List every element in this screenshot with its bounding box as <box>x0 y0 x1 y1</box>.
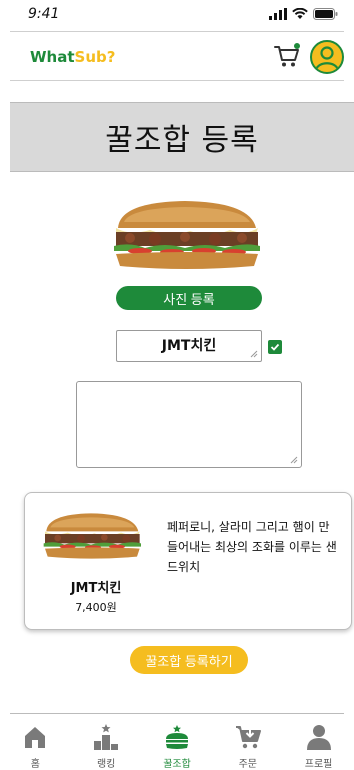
card-combo-name: JMT치킨 <box>70 581 122 596</box>
nav-label-profile: 프로필 <box>304 759 333 770</box>
app-header: WhatSub? <box>0 32 354 80</box>
wifi-icon <box>292 8 308 19</box>
nav-label-ranking: 랭킹 <box>96 759 116 770</box>
description-textarea[interactable] <box>76 381 302 468</box>
profile-icon <box>306 725 331 750</box>
page-title: 꿀조합 등록 <box>105 123 259 158</box>
status-icons <box>269 8 338 20</box>
whatsub-logo[interactable]: WhatSub? <box>30 48 115 66</box>
avatar[interactable] <box>310 40 344 74</box>
photo-upload-button[interactable]: 사진 등록 <box>116 286 262 310</box>
podium-icon <box>94 724 119 750</box>
battery-icon <box>313 8 338 20</box>
card-combo-description: 페퍼로니, 살라미 그리고 햄이 만들어내는 최상의 조화를 이루는 샌드위치 <box>167 520 337 574</box>
nav-item-order[interactable]: 주문 <box>212 714 283 770</box>
nav-item-ranking[interactable]: 랭킹 <box>71 714 142 770</box>
signal-icon <box>269 8 287 20</box>
check-icon <box>270 343 280 351</box>
sandwich-image <box>114 201 260 269</box>
combo-name-value: JMT치킨 <box>161 338 217 354</box>
header-divider <box>10 80 344 81</box>
register-combo-button[interactable]: 꿀조합 등록하기 <box>130 646 248 674</box>
sandwich-combo-icon <box>165 725 188 749</box>
resize-grip-icon <box>290 456 298 464</box>
home-icon <box>25 727 46 748</box>
status-bar: 9:41 <box>0 0 354 30</box>
cart-button[interactable] <box>274 43 300 68</box>
card-combo-price: 7,400원 <box>75 601 117 614</box>
cart-notification-dot <box>294 43 300 49</box>
card-sandwich-image <box>43 513 141 559</box>
nav-label-combo: 꿀조합 <box>163 759 191 770</box>
status-time: 9:41 <box>28 6 60 22</box>
preview-card: JMT치킨 7,400원 페퍼로니, 살라미 그리고 햄이 만들어내는 최상의 … <box>24 492 352 630</box>
name-confirm-checkbox[interactable] <box>268 340 282 354</box>
bottom-nav: 홈 랭킹 꿀조합 주문 프로필 <box>0 714 354 770</box>
nav-item-home[interactable]: 홈 <box>0 714 71 770</box>
combo-name-input[interactable]: JMT치킨 <box>116 330 262 362</box>
logo-what: What <box>30 48 75 66</box>
title-banner: 꿀조합 등록 <box>10 102 354 172</box>
nav-item-combo[interactable]: 꿀조합 <box>142 714 213 770</box>
nav-item-profile[interactable]: 프로필 <box>283 714 354 770</box>
resize-grip-icon <box>250 350 258 358</box>
cart-order-icon <box>235 726 261 749</box>
nav-label-home: 홈 <box>30 759 40 770</box>
nav-label-order: 주문 <box>238 759 257 770</box>
user-avatar-icon <box>314 46 340 71</box>
logo-sub: Sub? <box>74 48 116 66</box>
